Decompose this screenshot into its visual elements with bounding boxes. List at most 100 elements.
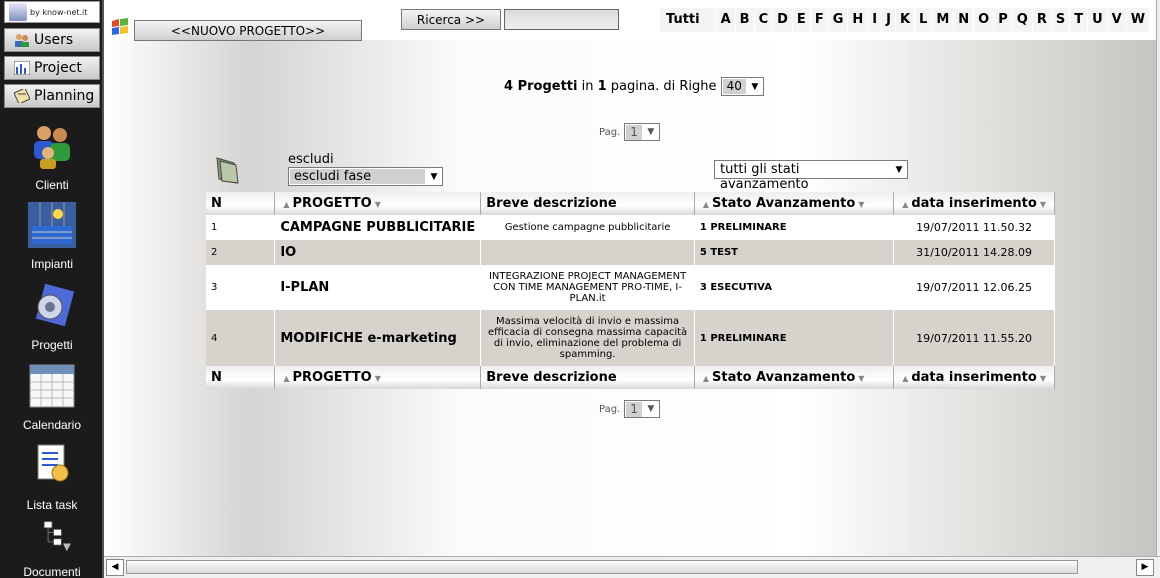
- cell-project-link[interactable]: CAMPAGNE PUBBLICITARIE: [274, 215, 482, 240]
- cell-project-link[interactable]: IO: [274, 240, 482, 265]
- sort-down-icon[interactable]: ▼: [1040, 200, 1046, 209]
- rows-per-page-select[interactable]: 40 ▼: [720, 77, 764, 96]
- column-footer-status[interactable]: ▲ Stato Avanzamento ▼: [694, 366, 895, 389]
- tool-impianti-label: Impianti: [30, 257, 74, 271]
- nav-users-label: Users: [34, 32, 74, 48]
- letter-f-link[interactable]: F: [810, 8, 828, 32]
- folder-icon[interactable]: [214, 155, 240, 185]
- sort-up-icon[interactable]: ▲: [283, 374, 289, 383]
- tool-documenti[interactable]: Documenti: [0, 520, 104, 578]
- letter-d-link[interactable]: D: [773, 8, 792, 32]
- brand-logo[interactable]: by know-net.it: [4, 1, 100, 23]
- letter-g-link[interactable]: G: [828, 8, 848, 32]
- nav-planning-label: Planning: [34, 88, 95, 104]
- letter-q-link[interactable]: Q: [1012, 8, 1032, 32]
- page-count: 1: [597, 79, 607, 94]
- sort-down-icon[interactable]: ▼: [375, 200, 381, 209]
- tool-clienti-label: Clienti: [35, 178, 69, 192]
- letter-m-link[interactable]: M: [932, 8, 954, 32]
- letter-u-link[interactable]: U: [1088, 8, 1107, 32]
- cell-description: Gestione campagne pubblicitarie: [480, 215, 695, 240]
- page-select-top[interactable]: 1 ▼: [624, 123, 660, 141]
- scroll-left-icon[interactable]: ◀: [106, 559, 124, 576]
- column-description-label: Breve descrizione: [486, 196, 617, 211]
- exclude-phase-select[interactable]: escludi fase ▼: [288, 167, 443, 186]
- letter-b-link[interactable]: B: [735, 8, 754, 32]
- column-footer-n[interactable]: N: [206, 366, 276, 389]
- column-footer-project[interactable]: ▲ PROGETTO ▼: [274, 366, 482, 389]
- column-header-date[interactable]: ▲ data inserimento ▼: [893, 192, 1055, 215]
- letter-r-link[interactable]: R: [1032, 8, 1051, 32]
- letter-i-link[interactable]: I: [868, 8, 882, 32]
- planning-icon: [14, 89, 30, 103]
- status-filter-select[interactable]: tutti gli stati avanzamento ▼: [714, 160, 908, 192]
- column-footer-date[interactable]: ▲ data inserimento ▼: [893, 366, 1055, 389]
- cell-description: INTEGRAZIONE PROJECT MANAGEMENT CON TIME…: [480, 265, 695, 310]
- chevron-down-icon: ▼: [751, 81, 759, 92]
- brand-icon: [9, 3, 27, 21]
- sort-up-icon[interactable]: ▲: [902, 374, 908, 383]
- cell-n: 3: [206, 265, 276, 310]
- sort-up-icon[interactable]: ▲: [283, 200, 289, 209]
- tool-progetti[interactable]: Progetti: [0, 283, 104, 352]
- calendar-icon: [29, 364, 75, 408]
- cell-n: 4: [206, 310, 276, 366]
- sort-down-icon[interactable]: ▼: [375, 374, 381, 383]
- pagination-label: Pag.: [599, 403, 621, 415]
- letter-p-link[interactable]: P: [994, 8, 1012, 32]
- column-header-project[interactable]: ▲ PROGETTO ▼: [274, 192, 482, 215]
- tool-impianti[interactable]: Impianti: [0, 202, 104, 271]
- tool-clienti[interactable]: Clienti: [0, 123, 104, 192]
- cell-project-link[interactable]: I-PLAN: [274, 265, 482, 310]
- vertical-scrollbar[interactable]: [1156, 0, 1160, 556]
- sort-up-icon[interactable]: ▲: [703, 200, 709, 209]
- letter-v-link[interactable]: V: [1107, 8, 1126, 32]
- letter-e-link[interactable]: E: [792, 8, 810, 32]
- column-n-label: N: [211, 196, 222, 211]
- nav-project-button[interactable]: Project: [4, 56, 100, 80]
- sort-up-icon[interactable]: ▲: [902, 200, 908, 209]
- main-content: <<NUOVO PROGETTO>> Ricerca >> Tutti A B …: [104, 0, 1156, 556]
- sort-down-icon[interactable]: ▼: [858, 200, 864, 209]
- table-row[interactable]: 1 CAMPAGNE PUBBLICITARIE Gestione campag…: [206, 215, 1055, 240]
- letter-s-link[interactable]: S: [1051, 8, 1070, 32]
- brand-text: by know-net.it: [30, 7, 88, 17]
- cell-project-link[interactable]: MODIFICHE e-marketing: [274, 310, 482, 366]
- alphabet-all-link[interactable]: Tutti: [660, 8, 716, 32]
- tool-calendario[interactable]: Calendario: [0, 363, 104, 432]
- tool-lista-task[interactable]: Lista task: [0, 443, 104, 512]
- letter-t-link[interactable]: T: [1070, 8, 1088, 32]
- table-row[interactable]: 2 IO 5 TEST 31/10/2011 14.28.09: [206, 240, 1055, 265]
- column-header-status[interactable]: ▲ Stato Avanzamento ▼: [694, 192, 895, 215]
- letter-w-link[interactable]: W: [1126, 8, 1150, 32]
- sort-down-icon[interactable]: ▼: [858, 374, 864, 383]
- pagination-label: Pag.: [599, 126, 621, 138]
- scrollbar-thumb[interactable]: [126, 560, 1078, 574]
- table-row[interactable]: 4 MODIFICHE e-marketing Massima velocità…: [206, 310, 1055, 366]
- search-input[interactable]: [504, 9, 619, 30]
- nav-users-button[interactable]: Users: [4, 28, 100, 52]
- search-button[interactable]: Ricerca >>: [401, 9, 501, 30]
- letter-k-link[interactable]: K: [895, 8, 915, 32]
- cell-n: 1: [206, 215, 276, 240]
- cell-date: 31/10/2011 14.28.09: [893, 240, 1055, 265]
- new-project-button[interactable]: <<NUOVO PROGETTO>>: [134, 20, 362, 41]
- chevron-down-icon: ▼: [430, 171, 438, 182]
- letter-a-link[interactable]: A: [716, 8, 735, 32]
- letter-h-link[interactable]: H: [848, 8, 868, 32]
- column-header-n[interactable]: N: [206, 192, 276, 215]
- clients-icon: [34, 126, 70, 169]
- letter-n-link[interactable]: N: [954, 8, 974, 32]
- horizontal-scrollbar[interactable]: ◀ ▶: [104, 556, 1160, 578]
- letter-j-link[interactable]: J: [882, 8, 895, 32]
- scroll-right-icon[interactable]: ▶: [1136, 559, 1154, 576]
- sort-down-icon[interactable]: ▼: [1040, 374, 1046, 383]
- letter-c-link[interactable]: C: [754, 8, 773, 32]
- page-select-bottom[interactable]: 1 ▼: [624, 400, 660, 418]
- letter-l-link[interactable]: L: [915, 8, 932, 32]
- tool-documenti-label: Documenti: [23, 565, 81, 578]
- sort-up-icon[interactable]: ▲: [703, 374, 709, 383]
- table-row[interactable]: 3 I-PLAN INTEGRAZIONE PROJECT MANAGEMENT…: [206, 265, 1055, 310]
- nav-planning-button[interactable]: Planning: [4, 84, 100, 108]
- letter-o-link[interactable]: O: [974, 8, 994, 32]
